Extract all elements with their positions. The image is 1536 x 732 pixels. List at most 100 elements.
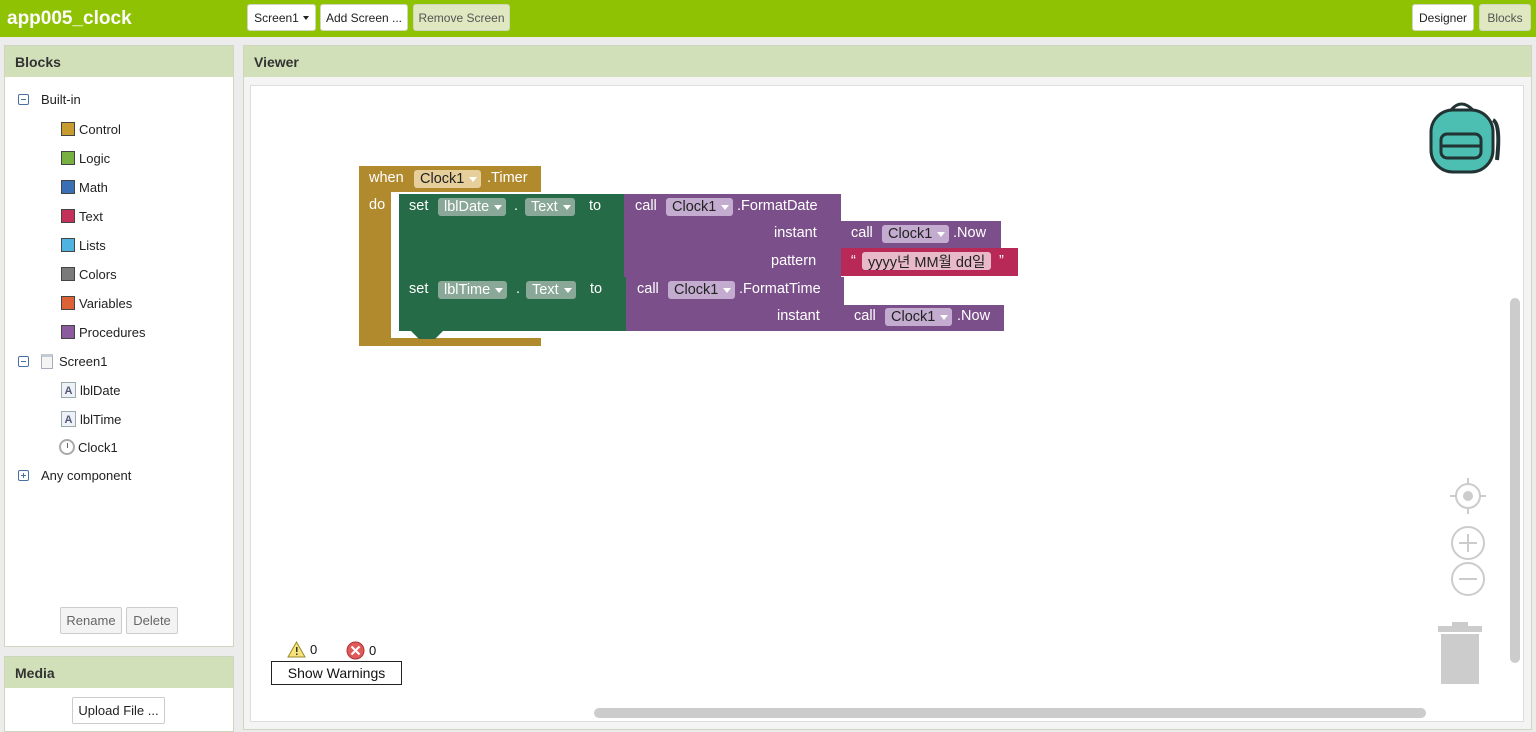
rename-button[interactable]: Rename: [60, 607, 122, 634]
drawer-variables[interactable]: Variables: [61, 294, 132, 312]
method-name: .Now: [957, 308, 991, 324]
top-bar: app005_clock Screen1 Add Screen ... Remo…: [0, 0, 1536, 37]
add-screen-button[interactable]: Add Screen ...: [320, 4, 408, 31]
dropdown-value: lblTime: [444, 282, 491, 298]
set-keyword: set: [409, 281, 429, 297]
drawer-label: Procedures: [79, 324, 146, 340]
recenter-icon: [1450, 478, 1486, 514]
show-warnings-button[interactable]: Show Warnings: [271, 661, 402, 685]
component-lbltime[interactable]: A lblTime: [61, 410, 121, 428]
drawer-colors[interactable]: Colors: [61, 265, 117, 283]
remove-screen-button[interactable]: Remove Screen: [413, 4, 510, 31]
clock-icon: [59, 439, 75, 455]
drawer-procedures[interactable]: Procedures: [61, 323, 145, 341]
project-title: app005_clock: [7, 8, 132, 29]
event-component-dropdown[interactable]: Clock1: [414, 170, 482, 188]
blocks-button[interactable]: Blocks: [1479, 4, 1531, 31]
text-value-field[interactable]: yyyy년 MM월 dd일: [862, 252, 992, 271]
label-icon: A: [61, 411, 76, 427]
blocks-workspace[interactable]: when Clock1 .Timer do set lblDate . Text…: [250, 85, 1524, 722]
collapse-icon[interactable]: [18, 355, 29, 367]
upload-file-button[interactable]: Upload File ...: [72, 697, 165, 724]
blocks-panel: Blocks Built-in Control Logic Math Text …: [4, 45, 234, 647]
open-quote: “: [851, 253, 856, 269]
drawer-label: Text: [79, 208, 103, 224]
set-property-dropdown[interactable]: Text: [526, 281, 576, 299]
component-lbldate[interactable]: A lblDate: [61, 381, 120, 399]
viewer-title: Viewer: [244, 46, 1531, 77]
dropdown-value: Clock1: [420, 171, 465, 187]
screen-selector-dropdown[interactable]: Screen1: [247, 4, 316, 31]
delete-button[interactable]: Delete: [126, 607, 178, 634]
backpack-icon: [1429, 102, 1501, 174]
chevron-down-icon: [495, 287, 504, 293]
arg-instant-label: instant: [777, 308, 820, 324]
drawer-lists[interactable]: Lists: [61, 236, 106, 254]
drawer-label: Logic: [79, 150, 111, 166]
call-component-dropdown[interactable]: Clock1: [885, 308, 953, 326]
warning-count: 0: [310, 642, 318, 657]
set-property-dropdown[interactable]: Text: [525, 198, 575, 216]
colors-swatch-icon: [61, 267, 75, 281]
notch-shape: [411, 331, 443, 339]
media-panel: Media Upload File ...: [4, 656, 234, 732]
event-name: .Timer: [487, 170, 528, 186]
dropdown-value: lblDate: [444, 199, 490, 215]
tree-builtin-label: Built-in: [41, 91, 81, 107]
close-quote: ”: [999, 253, 1004, 269]
drawer-logic[interactable]: Logic: [61, 149, 110, 167]
component-clock1[interactable]: Clock1: [59, 438, 118, 456]
dropdown-value: Clock1: [891, 309, 936, 325]
warning-icon: [287, 641, 306, 658]
call-component-dropdown[interactable]: Clock1: [882, 225, 950, 243]
zoom-out-icon: [1451, 562, 1485, 596]
tree-builtin[interactable]: Built-in: [18, 90, 81, 108]
control-swatch-icon: [61, 122, 75, 136]
dropdown-value: Clock1: [888, 226, 933, 242]
call-keyword: call: [635, 198, 657, 214]
to-keyword: to: [590, 281, 603, 297]
set-component-dropdown[interactable]: lblTime: [438, 281, 508, 299]
math-swatch-icon: [61, 180, 75, 194]
do-keyword: do: [369, 197, 386, 213]
component-label: Clock1: [78, 439, 118, 455]
method-name: .FormatTime: [739, 281, 821, 297]
chevron-down-icon: [469, 176, 478, 182]
screen-selector-label: Screen1: [254, 10, 299, 25]
dot-separator: .: [516, 281, 521, 297]
collapse-icon[interactable]: [18, 93, 29, 105]
error-indicator: 0: [346, 641, 376, 660]
drawer-label: Math: [79, 179, 108, 195]
call-component-dropdown[interactable]: Clock1: [666, 198, 734, 216]
screen-icon: [41, 353, 53, 369]
dropdown-value: Clock1: [672, 199, 717, 215]
dot-separator: .: [514, 198, 519, 214]
variables-swatch-icon: [61, 296, 75, 310]
lists-swatch-icon: [61, 238, 75, 252]
drawer-text[interactable]: Text: [61, 207, 103, 225]
drawer-control[interactable]: Control: [61, 120, 121, 138]
drawer-label: Lists: [79, 237, 106, 253]
chevron-down-icon: [562, 204, 571, 210]
designer-button[interactable]: Designer: [1412, 4, 1474, 31]
label-icon: A: [61, 382, 76, 398]
chevron-down-icon: [940, 314, 949, 320]
call-component-dropdown[interactable]: Clock1: [668, 281, 736, 299]
tree-screen1[interactable]: Screen1: [18, 352, 107, 370]
drawer-label: Control: [79, 121, 121, 137]
drawer-math[interactable]: Math: [61, 178, 108, 196]
tree-screen1-label: Screen1: [59, 353, 108, 369]
error-count: 0: [369, 643, 377, 658]
method-name: .Now: [953, 225, 987, 241]
set-component-dropdown[interactable]: lblDate: [438, 198, 507, 216]
chevron-down-icon: [494, 204, 503, 210]
tree-any-component-label: Any component: [41, 467, 132, 483]
call-keyword: call: [637, 281, 659, 297]
method-name: .FormatDate: [737, 198, 818, 214]
expand-icon[interactable]: [18, 469, 29, 481]
drawer-label: Colors: [79, 266, 117, 282]
logic-swatch-icon: [61, 151, 75, 165]
call-keyword: call: [851, 225, 873, 241]
set-keyword: set: [409, 198, 429, 214]
tree-any-component[interactable]: Any component: [18, 466, 131, 484]
